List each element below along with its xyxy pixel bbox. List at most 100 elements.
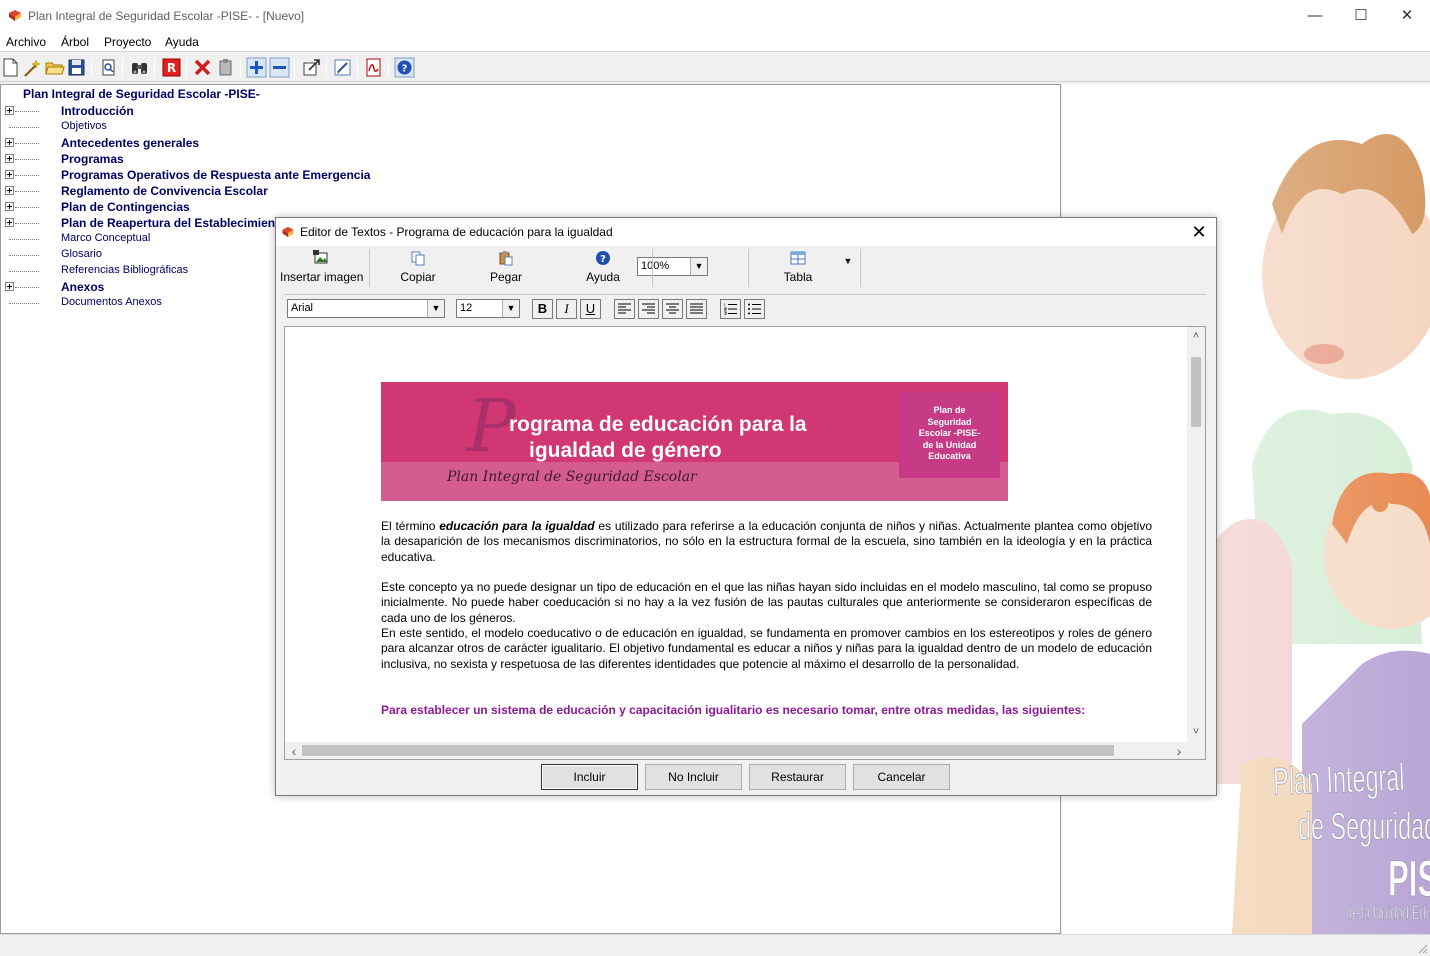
tree-root[interactable]: Plan Integral de Seguridad Escolar -PISE…	[23, 87, 260, 101]
table-dropdown-arrow[interactable]: ▼	[838, 256, 858, 296]
tree-item[interactable]: Programas Operativos de Respuesta ante E…	[1, 167, 370, 183]
print-preview-icon[interactable]	[98, 57, 119, 78]
scroll-up-icon[interactable]: ˄	[1189, 329, 1203, 343]
expand-plus-icon[interactable]	[5, 106, 14, 115]
help-button[interactable]: ? Ayuda	[574, 250, 632, 290]
paste-button[interactable]: Pegar	[474, 250, 538, 290]
vertical-scrollbar[interactable]: ˄ ˅	[1187, 327, 1205, 743]
badge-line: Escolar -PISE-	[918, 428, 981, 438]
logo-line4: de la Unidad Educativa	[1346, 903, 1430, 923]
badge-line: Seguridad	[927, 416, 972, 427]
banner-title-line2: igualdad de género	[529, 439, 722, 462]
expand-plus-icon[interactable]	[5, 170, 14, 179]
paste-label: Pegar	[489, 270, 523, 284]
font-family-select[interactable]: Arial ▼	[287, 299, 445, 318]
scroll-left-icon[interactable]: ‹	[287, 743, 301, 759]
delete-icon[interactable]	[192, 57, 213, 78]
tree-connector	[15, 175, 39, 176]
close-window-button[interactable]: ✕	[1384, 0, 1430, 32]
dialog-close-button[interactable]: ✕	[1188, 221, 1210, 243]
menu-proyecto[interactable]: Proyecto	[104, 35, 151, 49]
tree-item-label: Antecedentes generales	[61, 136, 200, 150]
chevron-down-icon[interactable]: ▼	[690, 258, 707, 275]
exclude-button[interactable]: No Incluir	[645, 764, 742, 790]
tree-item[interactable]: Glosario	[1, 247, 291, 263]
window-title: Plan Integral de Seguridad Escolar -PISE…	[28, 9, 305, 23]
horizontal-scroll-thumb[interactable]	[302, 745, 1114, 756]
align-left-button[interactable]	[614, 299, 635, 319]
table-button[interactable]: Tabla	[768, 250, 828, 290]
copy-button[interactable]: Copiar	[386, 250, 450, 290]
resize-grip-icon[interactable]	[1416, 942, 1428, 954]
tree-item[interactable]: Introducción	[1, 103, 291, 119]
banner-title-line1: rograma de educación para la	[509, 413, 807, 436]
numbered-list-button[interactable]	[720, 299, 741, 319]
tree-item[interactable]: Plan de Contingencias	[1, 199, 291, 215]
include-button[interactable]: Incluir	[541, 764, 638, 790]
menu-arbol[interactable]: Árbol	[61, 35, 89, 49]
edit-wand-icon[interactable]	[22, 57, 43, 78]
tree-item[interactable]: Documentos Anexos	[1, 295, 291, 311]
tree-item[interactable]: Plan de Reapertura del Establecimiento	[1, 215, 291, 231]
bullet-list-button[interactable]	[744, 299, 765, 319]
tree-connector	[9, 127, 39, 128]
document-banner: P rograma de educación para la igualdad …	[381, 382, 1008, 501]
vertical-scroll-thumb[interactable]	[1191, 357, 1201, 427]
minimize-button[interactable]: —	[1292, 0, 1338, 32]
cancel-button[interactable]: Cancelar	[853, 764, 950, 790]
justify-button[interactable]	[686, 299, 707, 319]
tree-item[interactable]: Reglamento de Convivencia Escolar	[1, 183, 291, 199]
scroll-down-icon[interactable]: ˅	[1189, 725, 1203, 739]
save-icon[interactable]	[66, 57, 87, 78]
badge-line: Plan de	[933, 405, 966, 415]
document-editor[interactable]: P rograma de educación para la igualdad …	[284, 326, 1206, 760]
pdf-icon[interactable]	[363, 57, 384, 78]
tree-item[interactable]: Anexos	[1, 279, 291, 295]
zoom-select[interactable]: 100% ▼	[637, 257, 708, 276]
menu-archivo[interactable]: Archivo	[6, 35, 46, 49]
horizontal-scrollbar[interactable]: ‹ ›	[285, 742, 1189, 759]
binoculars-icon[interactable]	[129, 57, 150, 78]
expand-plus-icon[interactable]	[5, 138, 14, 147]
r-report-icon[interactable]: R	[161, 57, 182, 78]
chevron-down-icon[interactable]: ▼	[427, 300, 444, 317]
expand-plus-icon[interactable]	[5, 282, 14, 291]
paragraph-4: Para establecer un sistema de educación …	[381, 703, 1086, 717]
restore-button[interactable]: Restaurar	[749, 764, 846, 790]
chevron-down-icon[interactable]: ▼	[502, 300, 519, 317]
underline-button[interactable]: U	[580, 299, 601, 319]
insert-image-button[interactable]: Insertar imagen	[280, 250, 363, 290]
expand-plus-icon[interactable]	[5, 202, 14, 211]
tree-item[interactable]: Referencias Bibliográficas	[1, 263, 291, 279]
menu-ayuda[interactable]: Ayuda	[165, 35, 199, 49]
text-editor-dialog: Editor de Textos - Programa de educación…	[275, 217, 1217, 796]
remove-icon[interactable]	[269, 57, 290, 78]
open-folder-icon[interactable]	[44, 57, 65, 78]
expand-plus-icon[interactable]	[5, 186, 14, 195]
align-right-button[interactable]	[638, 299, 659, 319]
tree-item[interactable]: Antecedentes generales	[1, 135, 291, 151]
dialog-buttons: Incluir No Incluir Restaurar Cancelar	[276, 764, 1216, 792]
new-document-icon[interactable]	[0, 57, 21, 78]
help-icon[interactable]: ?	[394, 57, 415, 78]
tree-connector	[9, 239, 39, 240]
export-icon[interactable]	[301, 57, 322, 78]
tree-item[interactable]: Marco Conceptual	[1, 231, 291, 247]
expand-plus-icon[interactable]	[5, 154, 14, 163]
font-size-select[interactable]: 12 ▼	[456, 299, 520, 318]
add-icon[interactable]	[246, 57, 267, 78]
justify-icon	[690, 303, 703, 314]
maximize-button[interactable]: ☐	[1338, 0, 1384, 32]
bold-button[interactable]: B	[532, 299, 553, 319]
align-center-button[interactable]	[662, 299, 683, 319]
edit-note-icon[interactable]	[332, 57, 353, 78]
scroll-right-icon[interactable]: ›	[1172, 743, 1186, 759]
badge-line: Educativa	[928, 451, 971, 461]
banner-badge: Plan de Seguridad Escolar -PISE- de la U…	[899, 392, 1000, 478]
tree-item[interactable]: Programas	[1, 151, 291, 167]
tree-item[interactable]: Objetivos	[1, 119, 291, 135]
clipboard-icon[interactable]	[215, 57, 236, 78]
italic-button[interactable]: I	[556, 299, 577, 319]
editor-toolbar: Insertar imagen Copiar Pegar ? Ayuda Tab…	[276, 246, 1216, 292]
expand-plus-icon[interactable]	[5, 218, 14, 227]
